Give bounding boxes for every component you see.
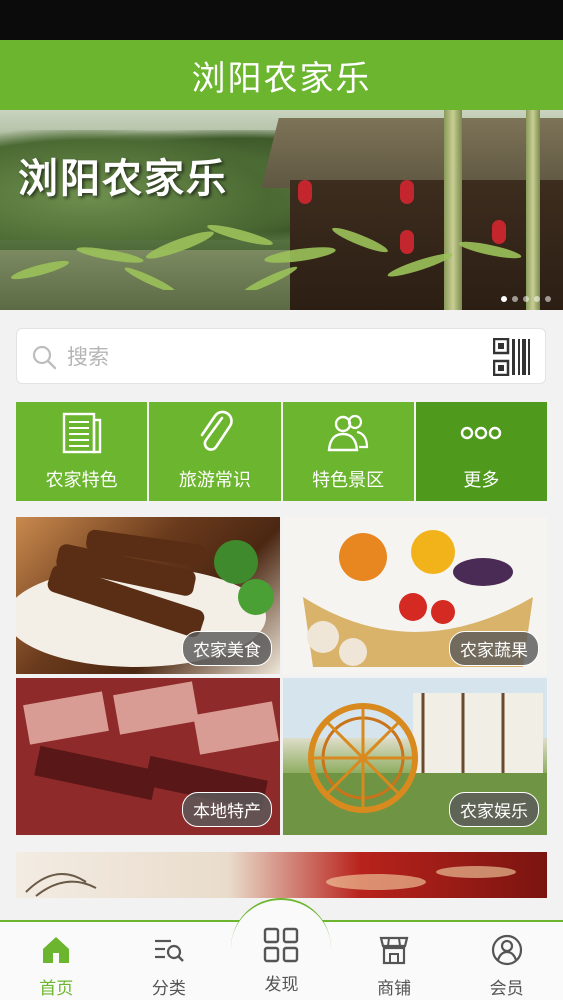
status-bar: [0, 0, 563, 40]
shop-icon: [379, 936, 409, 965]
home-icon: [43, 937, 70, 963]
quick-nav-farm-features[interactable]: 农家特色: [16, 402, 148, 501]
tab-shop[interactable]: 商铺: [338, 922, 451, 1000]
quick-nav-label: 特色景区: [312, 470, 385, 491]
banner-roof: [261, 118, 563, 188]
banner-title: 浏阳农家乐: [18, 156, 228, 202]
carousel-indicator: [501, 296, 551, 302]
users-icon: [327, 414, 369, 452]
tile-farm-vegetables[interactable]: 农家蔬果: [283, 517, 547, 674]
promo-image: [25, 866, 516, 897]
carousel-dot[interactable]: [512, 296, 518, 302]
bamboo-leaves: [10, 224, 522, 290]
quick-nav-label: 旅游常识: [178, 470, 251, 491]
carousel-dot[interactable]: [534, 296, 540, 302]
search-bar: [16, 328, 546, 384]
banner-carousel[interactable]: 浏阳农家乐: [0, 110, 563, 310]
carousel-dot[interactable]: [501, 296, 507, 302]
carousel-dot[interactable]: [523, 296, 529, 302]
promo-banner[interactable]: [16, 852, 547, 898]
more-dots-icon: [461, 426, 502, 440]
tab-member[interactable]: 会员: [450, 922, 563, 1000]
tab-label: 商铺: [377, 979, 412, 999]
tab-label: 会员: [489, 979, 524, 999]
tab-label: 发现: [264, 975, 299, 995]
user-icon: [491, 934, 522, 966]
search-input[interactable]: [67, 337, 487, 377]
tab-label: 首页: [39, 979, 74, 999]
quick-nav-travel-tips[interactable]: 旅游常识: [149, 402, 281, 501]
search-icon[interactable]: [31, 344, 57, 370]
tile-label: 农家娱乐: [449, 792, 539, 827]
tab-discover[interactable]: 发现: [225, 898, 338, 1000]
tab-category[interactable]: 分类: [113, 922, 226, 1000]
carousel-dot[interactable]: [545, 296, 551, 302]
tile-label: 农家美食: [182, 631, 272, 666]
paperclip-icon: [200, 410, 233, 451]
tile-farm-food[interactable]: 农家美食: [16, 517, 280, 674]
tile-local-specialties[interactable]: 本地特产: [16, 678, 280, 835]
page-title: 浏阳农家乐: [191, 58, 372, 99]
app-header: 浏阳农家乐: [0, 40, 563, 110]
bottom-tab-bar: 首页 分类 发现 商铺 会员: [0, 898, 563, 1000]
quick-nav-scenic-spots[interactable]: 特色景区: [282, 402, 414, 501]
tile-label: 农家蔬果: [449, 631, 539, 666]
quick-nav-more[interactable]: 更多: [415, 402, 547, 501]
quick-nav-label: 更多: [463, 470, 500, 491]
grid-icon: [264, 927, 299, 963]
quick-nav-label: 农家特色: [45, 470, 118, 491]
tab-label: 分类: [151, 979, 186, 999]
tile-label: 本地特产: [182, 792, 272, 827]
tile-farm-entertainment[interactable]: 农家娱乐: [283, 678, 547, 835]
category-list-icon: [154, 939, 184, 962]
category-tiles: 农家美食 农家蔬果 本地特产 农家娱乐: [16, 517, 547, 837]
newspaper-icon: [62, 412, 101, 454]
qr-code-icon[interactable]: [493, 338, 531, 376]
quick-nav: 农家特色 旅游常识 特色景区 更多: [16, 402, 547, 501]
tab-home[interactable]: 首页: [0, 922, 113, 1000]
